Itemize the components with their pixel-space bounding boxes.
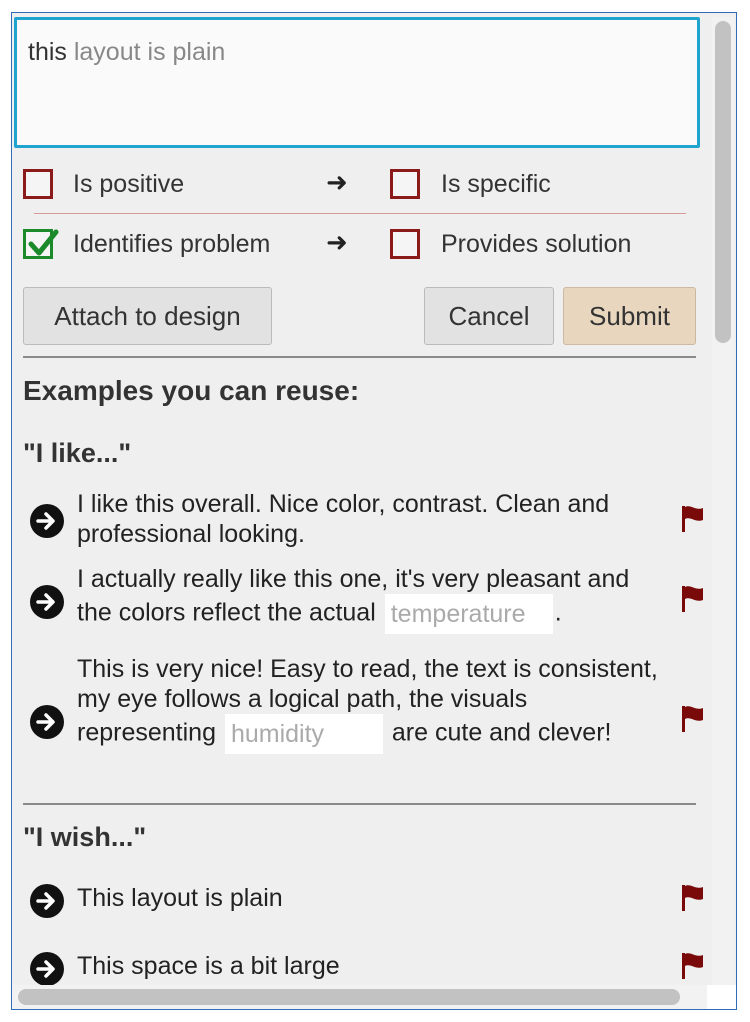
is-positive-label: Is positive [73,170,185,198]
arrow-right-icon: ➜ [326,227,348,257]
scrollbar-corner [707,985,736,1009]
flag-icon[interactable] [681,505,707,538]
autocomplete-suggestion: layout is plain [66,38,226,66]
provides-solution-label: Provides solution [441,230,632,258]
criteria-row-2: Identifies problem ➜ Provides solution [12,221,707,269]
horizontal-scrollbar-thumb[interactable] [18,989,680,1005]
group-title-i-wish: "I wish..." [23,822,147,852]
use-example-arrow-icon[interactable] [30,952,64,985]
feedback-panel: this layout is plain Is positive ➜ Is sp… [11,12,737,1010]
flag-icon[interactable] [681,884,707,917]
use-example-arrow-icon[interactable] [30,884,64,918]
panel-content: this layout is plain Is positive ➜ Is sp… [12,13,707,985]
use-example-arrow-icon[interactable] [30,705,64,739]
typed-text: this [28,38,67,66]
example-text: I like this overall. Nice color, contras… [77,490,610,548]
horizontal-scrollbar[interactable] [12,985,707,1009]
criteria-row-1: Is positive ➜ Is specific [12,161,707,209]
group-title-i-like: "I like..." [23,438,132,468]
example-item[interactable]: This space is a bit large [30,949,703,985]
example-text: I actually really like this one, it's ve… [77,564,662,634]
is-positive-checkbox[interactable] [23,169,53,199]
example-item[interactable]: This is very nice! Easy to read, the tex… [30,653,703,793]
flag-icon[interactable] [681,705,707,738]
provides-solution-checkbox[interactable] [390,229,420,259]
use-example-arrow-icon[interactable] [30,504,64,538]
arrow-right-icon: ➜ [326,167,348,197]
example-item[interactable]: I like this overall. Nice color, contras… [30,487,703,553]
cancel-button[interactable]: Cancel [424,287,554,345]
use-example-arrow-icon[interactable] [30,585,64,619]
placeholder-blank[interactable]: temperature [384,594,553,634]
is-specific-checkbox[interactable] [390,169,420,199]
example-text: This space is a bit large [77,952,340,980]
example-text-after: . [554,598,562,627]
criteria-divider [34,213,686,214]
vertical-scrollbar[interactable] [712,17,734,987]
section-divider [23,356,696,358]
identifies-problem-checkbox[interactable] [23,229,59,259]
example-text-after: are cute and clever! [391,718,612,747]
placeholder-blank[interactable]: humidity [224,714,383,754]
flag-icon[interactable] [681,585,707,618]
example-text: This layout is plain [77,884,283,912]
example-item[interactable]: I actually really like this one, it's ve… [30,563,703,639]
feedback-textarea[interactable]: this layout is plain [14,17,700,148]
flag-icon[interactable] [681,952,707,985]
is-specific-label: Is specific [441,170,551,198]
group-divider [23,803,696,805]
checkmark-icon [28,229,59,256]
examples-heading: Examples you can reuse: [23,375,360,406]
submit-button[interactable]: Submit [563,287,696,345]
identifies-problem-label: Identifies problem [73,230,271,258]
example-text: This is very nice! Easy to read, the tex… [77,654,662,754]
vertical-scrollbar-thumb[interactable] [715,21,731,343]
example-item[interactable]: This layout is plain [30,879,703,929]
attach-to-design-button[interactable]: Attach to design [23,287,272,345]
textarea-text: this layout is plain [28,38,225,67]
